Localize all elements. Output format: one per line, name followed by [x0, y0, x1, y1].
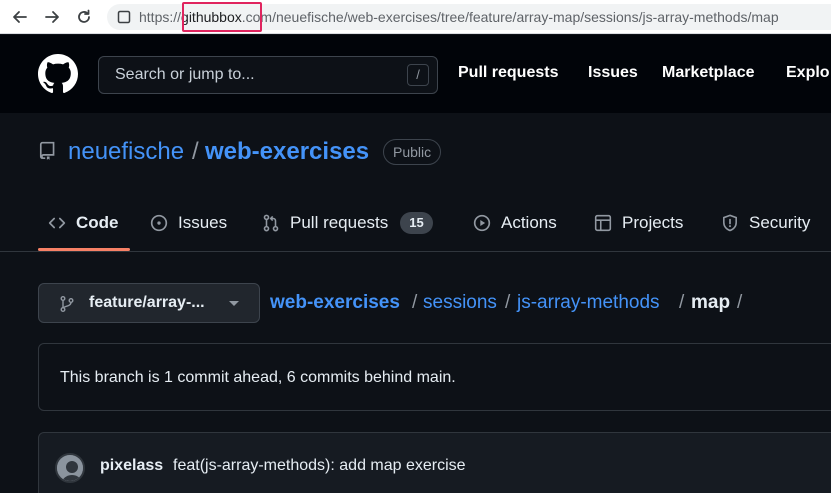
arrow-right-icon — [45, 11, 59, 23]
repo-owner-link[interactable]: neuefische — [68, 138, 184, 166]
user-avatar-icon — [57, 455, 83, 481]
forward-button[interactable] — [42, 7, 62, 27]
search-shortcut-key: / — [407, 64, 429, 86]
commit-author-link[interactable]: pixelass — [100, 457, 163, 475]
page-info-icon[interactable] — [117, 10, 131, 24]
reload-button[interactable] — [74, 7, 94, 27]
commit-message-link[interactable]: feat(js-array-methods): add map exercise — [173, 457, 466, 475]
breadcrumb-sessions-link[interactable]: sessions — [423, 292, 497, 314]
code-icon — [48, 217, 66, 229]
latest-commit-box: pixelass feat(js-array-methods): add map… — [38, 432, 831, 493]
github-logo-icon[interactable] — [38, 54, 78, 94]
tab-code[interactable]: Code — [48, 203, 119, 243]
back-button[interactable] — [10, 7, 30, 27]
url-host-highlight — [182, 2, 262, 32]
repo-name-link[interactable]: web-exercises — [205, 138, 369, 166]
tab-label: Issues — [178, 213, 228, 232]
arrow-left-icon — [13, 11, 27, 23]
table-icon — [594, 214, 612, 232]
tab-label: Projects — [622, 213, 684, 232]
issue-opened-icon — [150, 214, 168, 232]
pull-requests-counter: 15 — [400, 212, 433, 234]
breadcrumb-separator: / — [737, 292, 743, 313]
tab-label: Code — [76, 213, 119, 232]
shield-icon — [723, 214, 737, 232]
tab-label: Security — [749, 213, 811, 232]
tab-security[interactable]: Security — [721, 203, 810, 243]
tab-projects[interactable]: Projects — [594, 203, 683, 243]
search-input[interactable]: Search or jump to... / — [98, 56, 438, 94]
reload-icon — [78, 9, 90, 23]
repo-icon — [39, 141, 55, 160]
avatar[interactable] — [55, 453, 85, 483]
chevron-down-icon — [229, 301, 239, 306]
branch-status-text: This branch is 1 commit ahead, 6 commits… — [60, 369, 456, 386]
search-placeholder: Search or jump to... — [115, 66, 255, 83]
github-header: Search or jump to... / Pull requests Iss… — [0, 35, 831, 113]
nav-issues[interactable]: Issues — [588, 64, 638, 82]
nav-explore[interactable]: Explo — [786, 64, 830, 82]
branch-selector-button[interactable]: feature/array-... — [38, 283, 260, 323]
breadcrumb-separator: / — [505, 292, 511, 313]
tab-issues[interactable]: Issues — [150, 203, 227, 243]
browser-toolbar: https://githubbox.com/neuefische/web-exe… — [0, 0, 831, 34]
tab-actions[interactable]: Actions — [473, 203, 557, 243]
tab-pull-requests[interactable]: Pull requests 15 — [262, 203, 433, 243]
breadcrumb-separator: / — [412, 292, 418, 313]
breadcrumb-separator: / — [679, 292, 685, 313]
breadcrumb-current: map — [691, 292, 731, 313]
git-pull-request-icon — [263, 214, 279, 232]
nav-marketplace[interactable]: Marketplace — [662, 64, 755, 82]
breadcrumb-repo-link[interactable]: web-exercises — [270, 292, 400, 314]
url-scheme: https:// — [139, 9, 182, 25]
tabs-divider — [0, 251, 831, 252]
play-icon — [473, 214, 491, 232]
url-path: .com/neuefische/web-exercises/tree/featu… — [241, 9, 779, 25]
nav-pull-requests[interactable]: Pull requests — [458, 64, 558, 82]
breadcrumb-js-array-methods-link[interactable]: js-array-methods — [517, 292, 660, 314]
repo-title-separator: / — [192, 138, 199, 165]
tab-label: Pull requests — [290, 213, 389, 232]
branch-name: feature/array-... — [89, 294, 205, 311]
visibility-badge: Public — [383, 139, 442, 165]
tab-label: Actions — [501, 213, 557, 232]
branch-status-box: This branch is 1 commit ahead, 6 commits… — [38, 343, 831, 411]
git-branch-icon — [60, 296, 74, 312]
